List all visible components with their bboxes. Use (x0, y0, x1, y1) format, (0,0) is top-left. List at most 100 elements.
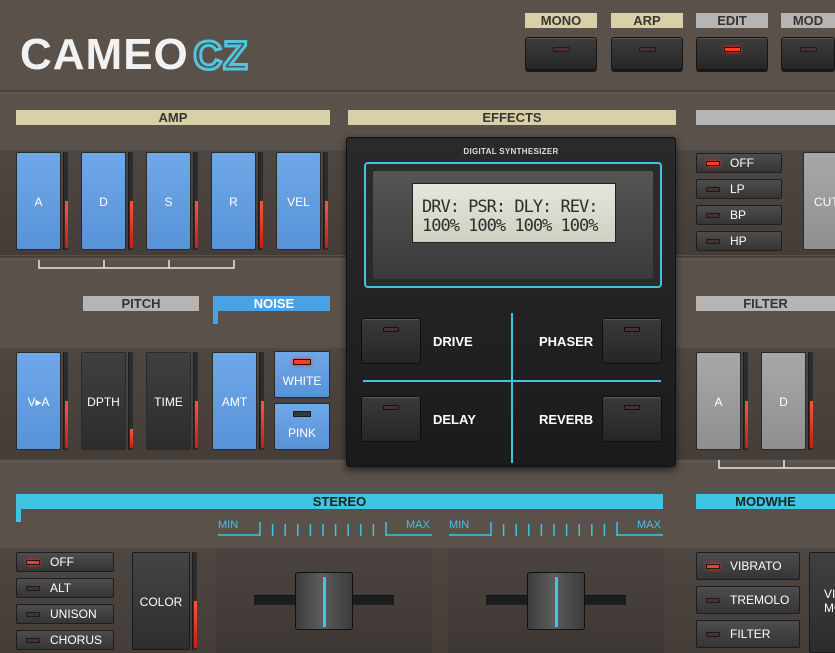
filter-cutoff-key[interactable]: CUT (803, 152, 835, 250)
stereo-mode-chorus-button[interactable]: CHORUS (16, 630, 114, 650)
filter-key-0[interactable]: A (696, 352, 741, 450)
reverb-button[interactable] (602, 396, 662, 442)
white-noise-led (293, 359, 311, 365)
arp-led (639, 47, 656, 52)
edit-led (724, 47, 741, 52)
arp-tag: ARP (611, 13, 683, 28)
amp-key-0[interactable]: A (16, 152, 61, 250)
filter-mode-off-button[interactable]: OFF (696, 153, 782, 173)
filter-meter-0 (743, 352, 748, 450)
white-noise-button[interactable]: WHITE (274, 351, 330, 398)
lcd-line-1: DRV: PSR: DLY: REV: (422, 197, 598, 217)
pitch-key-1[interactable]: DPTH (81, 352, 126, 450)
amp-meter-0 (63, 152, 68, 250)
amp-header: AMP (16, 110, 330, 125)
pitch-key-0[interactable]: V▸A (16, 352, 61, 450)
drive-led (383, 327, 399, 332)
filter-meter-fill (745, 401, 748, 448)
modwheel-mode-vibrato-button[interactable]: VIBRATO (696, 552, 800, 580)
noise-header: NOISE (218, 296, 330, 311)
modwheel-mode-filter-button[interactable]: FILTER (696, 620, 800, 648)
noise-amt-meter-fill (261, 401, 264, 448)
filter-mode-bp-button[interactable]: BP (696, 205, 782, 225)
mod-button[interactable] (781, 37, 835, 70)
filter-mode-hp-button[interactable]: HP (696, 231, 782, 251)
stereo-mode-led (26, 638, 40, 643)
slider-handle-1[interactable] (295, 572, 353, 630)
white-noise-label: WHITE (282, 374, 322, 388)
amp-key-2[interactable]: S (146, 152, 191, 250)
logo-name: CAMEO (20, 30, 189, 79)
drive-button[interactable] (361, 318, 421, 364)
modwheel-mode-label: VIBRATO (730, 559, 782, 573)
arp-button[interactable] (611, 37, 683, 70)
pink-noise-label: PINK (287, 426, 316, 440)
amp-meter-3 (258, 152, 263, 250)
filter-mode-label: OFF (730, 156, 754, 170)
pitch-meter-2 (193, 352, 198, 450)
stereo-mode-led (26, 560, 40, 565)
filter-mode-led (706, 187, 720, 192)
pink-noise-button[interactable]: PINK (274, 403, 330, 450)
filter-mode-lp-button[interactable]: LP (696, 179, 782, 199)
edit-button[interactable] (696, 37, 768, 70)
filter-header: FILTER (696, 296, 835, 311)
stereo-mode-led (26, 612, 40, 617)
filter-mode-label: HP (730, 234, 747, 248)
amp-meter-fill (325, 201, 328, 248)
effects-header: EFFECTS (348, 110, 676, 125)
modwheel-mode-led (706, 564, 720, 569)
amp-key-1[interactable]: D (81, 152, 126, 250)
scale-ticks (218, 522, 663, 536)
modwheel-mode-tremolo-button[interactable]: TREMOLO (696, 586, 800, 614)
lcd-screen: DRV: PSR: DLY: REV: 100% 100% 100% 100% (412, 183, 616, 243)
amp-meter-2 (193, 152, 198, 250)
pitch-key-2[interactable]: TIME (146, 352, 191, 450)
lcd-line-2: 100% 100% 100% 100% (422, 216, 598, 236)
amp-key-label: VEL (287, 195, 310, 209)
amp-key-4[interactable]: VEL (276, 152, 321, 250)
delay-button[interactable] (361, 396, 421, 442)
amp-meter-fill (260, 201, 263, 248)
fx-divider-horizontal (363, 380, 661, 382)
filter-mode-label: BP (730, 208, 747, 222)
color-key[interactable]: COLOR (132, 552, 190, 650)
amp-key-label: S (164, 195, 173, 209)
filter-key-label: A (714, 395, 723, 409)
pitch-meter-1 (128, 352, 133, 450)
rail (0, 90, 835, 94)
pitch-header: PITCH (83, 296, 199, 311)
amp-meter-4 (323, 152, 328, 250)
pitch-key-label: TIME (154, 395, 183, 409)
slider-handle-line (323, 577, 326, 627)
filter-mode-led (706, 161, 720, 166)
reverb-led (624, 405, 640, 410)
modwheel-side-key[interactable]: VI MO (809, 552, 835, 653)
stereo-mode-label: OFF (50, 555, 74, 569)
filter-mode-led (706, 239, 720, 244)
filter-key-label: D (779, 395, 788, 409)
delay-led (383, 405, 399, 410)
amp-key-label: A (34, 195, 43, 209)
filter-mode-led (706, 213, 720, 218)
color-label: COLOR (139, 595, 183, 609)
filter-meter-fill (810, 401, 813, 448)
slider-handle-2[interactable] (527, 572, 585, 630)
edit-tag: EDIT (696, 13, 768, 28)
modwheel-header: MODWHE (696, 494, 835, 509)
phaser-button[interactable] (602, 318, 662, 364)
stereo-mode-off-button[interactable]: OFF (16, 552, 114, 572)
noise-amt-key[interactable]: AMT (212, 352, 257, 450)
stereo-header: STEREO (16, 494, 663, 509)
filter-bracket (718, 460, 835, 469)
stereo-mode-label: CHORUS (50, 633, 103, 647)
amp-key-3[interactable]: R (211, 152, 256, 250)
stereo-mode-label: UNISON (50, 607, 97, 621)
stereo-mode-unison-button[interactable]: UNISON (16, 604, 114, 624)
noise-amt-label: AMT (221, 395, 248, 409)
pitch-meter-fill (65, 401, 68, 448)
pitch-meter-fill (195, 401, 198, 448)
mono-button[interactable] (525, 37, 597, 70)
filter-key-1[interactable]: D (761, 352, 806, 450)
stereo-mode-alt-button[interactable]: ALT (16, 578, 114, 598)
